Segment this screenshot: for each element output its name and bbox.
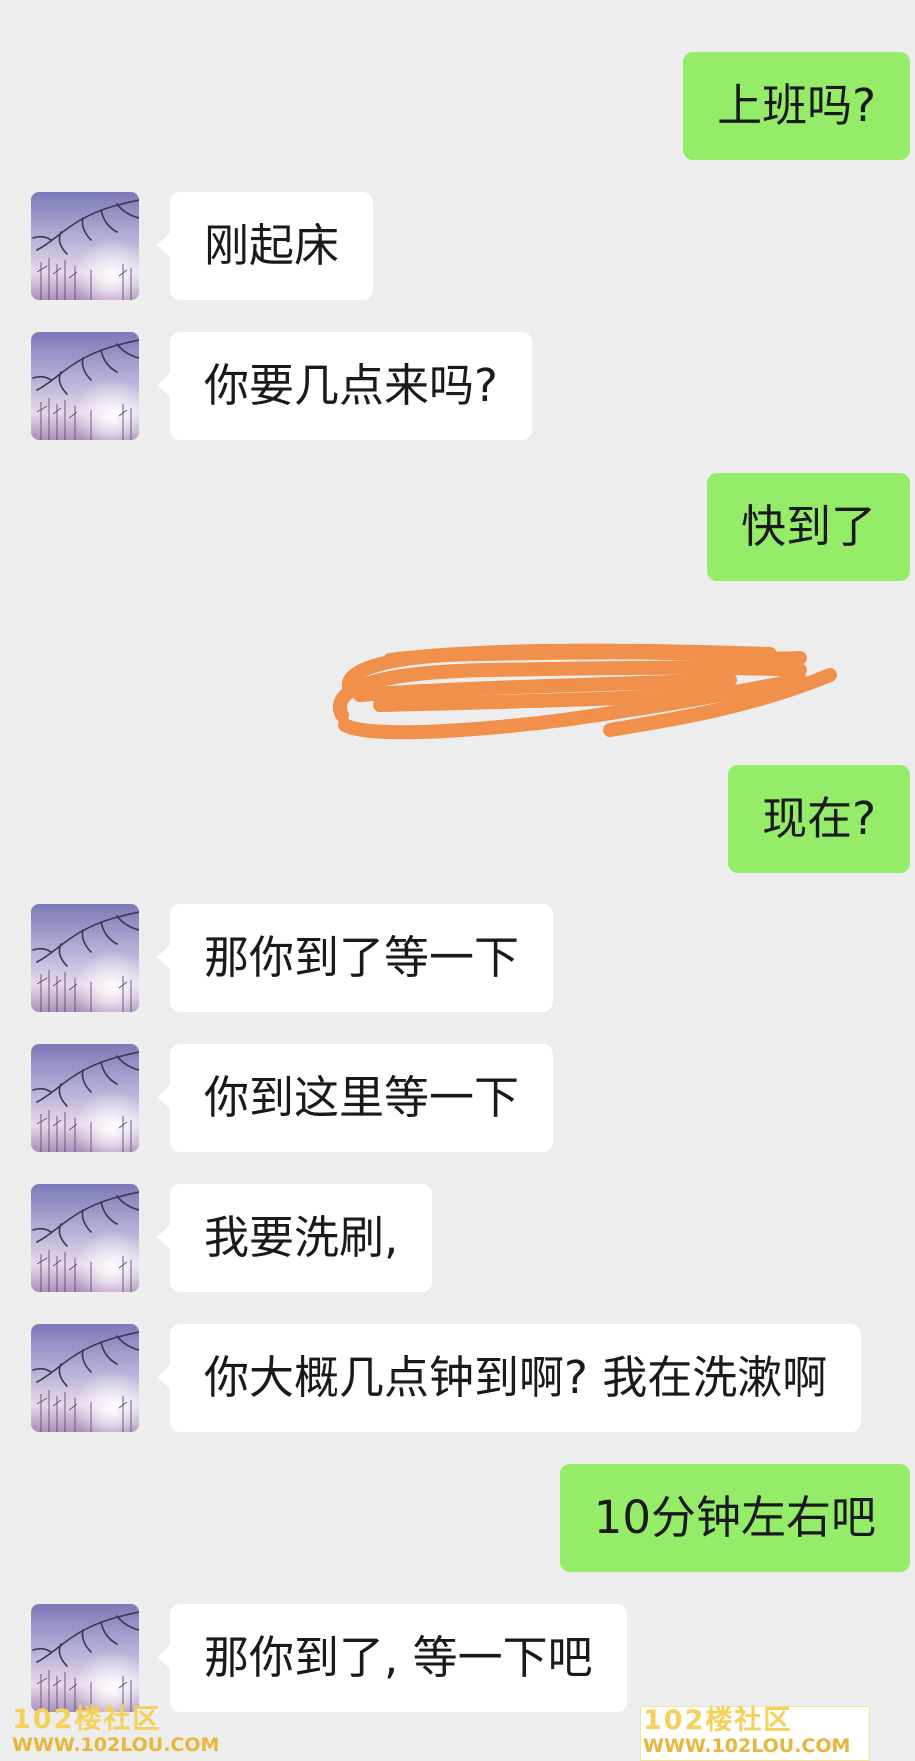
site-watermark: 102楼社区 WWW.102LOU.COM (10, 1706, 242, 1761)
sent-message-bubble[interactable]: 10分钟左右吧 (559, 1464, 910, 1572)
watermark-url: WWW.102LOU.COM (643, 1735, 851, 1757)
winter-tree-icon (31, 904, 139, 1012)
redaction-scribble (333, 643, 837, 740)
received-message-bubble[interactable]: 你大概几点钟到啊? 我在洗漱啊 (156, 1324, 862, 1432)
winter-tree-icon (31, 192, 139, 300)
winter-tree-icon (31, 1044, 139, 1152)
sent-message-bubble[interactable]: 现在? (728, 765, 910, 873)
chat-message-list[interactable]: 上班吗? 刚起床 你要几点来吗? 快到了 现在? 那你到了等一下 你到这里等一下… (0, 0, 915, 1761)
contact-avatar[interactable] (31, 1184, 139, 1292)
contact-avatar[interactable] (31, 904, 139, 1012)
winter-tree-icon (31, 1324, 139, 1432)
winter-tree-icon (31, 1604, 139, 1712)
watermark-title: 102楼社区 (643, 1705, 793, 1736)
contact-avatar[interactable] (31, 1604, 139, 1712)
received-message-bubble[interactable]: 我要洗刷, (156, 1184, 433, 1292)
sent-message-bubble[interactable]: 上班吗? (683, 52, 910, 160)
watermark-title: 102楼社区 (12, 1704, 162, 1735)
contact-avatar[interactable] (31, 192, 139, 300)
contact-avatar[interactable] (31, 332, 139, 440)
received-message-bubble[interactable]: 刚起床 (156, 192, 374, 300)
received-message-bubble[interactable]: 你要几点来吗? (157, 332, 532, 440)
watermark-url: WWW.102LOU.COM (12, 1734, 220, 1756)
site-watermark: 102楼社区 WWW.102LOU.COM (640, 1706, 870, 1761)
sent-message-bubble[interactable]: 快到了 (706, 473, 910, 581)
received-message-bubble[interactable]: 你到这里等一下 (156, 1044, 554, 1152)
winter-tree-icon (31, 332, 139, 440)
received-message-bubble[interactable]: 那你到了, 等一下吧 (157, 1604, 627, 1712)
received-message-bubble[interactable]: 那你到了等一下 (156, 904, 554, 1012)
contact-avatar[interactable] (31, 1324, 139, 1432)
winter-tree-icon (31, 1184, 139, 1292)
contact-avatar[interactable] (31, 1044, 139, 1152)
